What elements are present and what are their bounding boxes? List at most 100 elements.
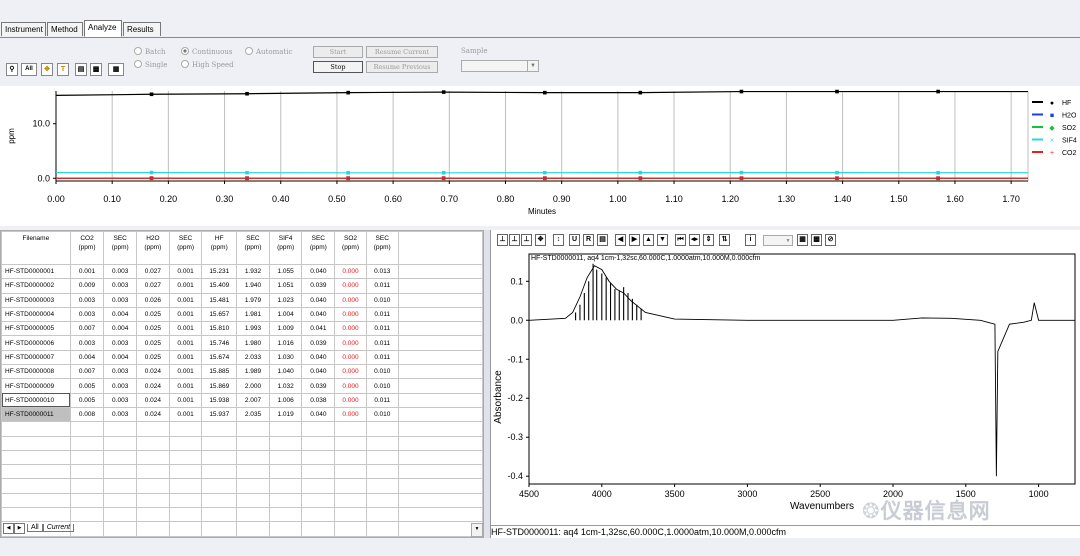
tab-results[interactable]: Results (123, 22, 161, 36)
value-cell[interactable] (103, 464, 138, 480)
value-cell[interactable] (103, 478, 138, 494)
scroll-down-icon[interactable]: ▼ (471, 523, 483, 537)
value-cell[interactable] (103, 492, 138, 509)
value-cell[interactable] (397, 421, 484, 437)
value-cell[interactable]: 0.013 (365, 263, 399, 280)
value-cell[interactable]: 0.005 (69, 392, 105, 408)
value-cell[interactable]: 0.003 (103, 406, 138, 423)
value-cell[interactable]: 0.003 (103, 292, 138, 308)
value-cell[interactable]: 0.000 (334, 292, 367, 308)
value-cell[interactable]: 0.003 (103, 392, 138, 408)
value-cell[interactable] (334, 507, 367, 523)
value-cell[interactable]: 0.008 (69, 406, 105, 423)
value-cell[interactable]: 15.810 (201, 321, 238, 337)
value-cell[interactable]: 15.938 (201, 392, 238, 408)
value-cell[interactable]: 15.869 (201, 378, 238, 394)
value-cell[interactable] (201, 464, 238, 480)
sheet-tab-current[interactable]: Current (42, 524, 75, 532)
value-cell[interactable] (397, 464, 484, 480)
value-cell[interactable] (397, 349, 484, 366)
value-cell[interactable]: 0.001 (168, 378, 203, 394)
value-cell[interactable]: 0.040 (301, 263, 336, 280)
value-cell[interactable] (236, 421, 270, 437)
column-header[interactable]: Filename (1, 231, 71, 265)
value-cell[interactable] (168, 421, 203, 437)
radio-high-speed[interactable]: High Speed (181, 60, 234, 69)
value-cell[interactable] (334, 449, 367, 466)
tab-instrument[interactable]: Instrument (1, 22, 46, 36)
value-cell[interactable] (201, 492, 238, 509)
save-icon[interactable]: ▩ (90, 63, 102, 76)
value-cell[interactable] (334, 464, 367, 480)
value-cell[interactable]: 0.000 (334, 392, 367, 408)
value-cell[interactable]: 0.000 (334, 364, 367, 380)
radio-single[interactable]: Single (134, 60, 167, 69)
resume-previous-button[interactable]: Resume Previous (366, 61, 438, 73)
value-cell[interactable] (168, 449, 203, 466)
value-cell[interactable]: 0.040 (301, 406, 336, 423)
value-cell[interactable]: 0.009 (69, 278, 105, 294)
resume-current-button[interactable]: Resume Current (366, 46, 438, 58)
value-cell[interactable]: 0.001 (168, 321, 203, 337)
value-cell[interactable] (236, 521, 270, 537)
value-cell[interactable] (268, 449, 303, 466)
value-cell[interactable] (268, 507, 303, 523)
value-cell[interactable] (168, 521, 203, 537)
value-cell[interactable]: 2.035 (236, 406, 270, 423)
value-cell[interactable]: 0.011 (365, 278, 399, 294)
value-cell[interactable]: 0.010 (365, 378, 399, 394)
value-cell[interactable] (365, 492, 399, 509)
value-cell[interactable]: 1.055 (268, 263, 303, 280)
value-cell[interactable]: 2.000 (236, 378, 270, 394)
zoom-all-button[interactable]: All (21, 63, 37, 76)
value-cell[interactable]: 0.000 (334, 306, 367, 323)
value-cell[interactable] (397, 507, 484, 523)
value-cell[interactable] (103, 449, 138, 466)
value-cell[interactable] (69, 492, 105, 509)
value-cell[interactable]: 0.001 (168, 335, 203, 351)
value-cell[interactable] (168, 492, 203, 509)
value-cell[interactable]: 1.040 (268, 364, 303, 380)
value-cell[interactable]: 2.033 (236, 349, 270, 366)
value-cell[interactable]: 0.003 (69, 306, 105, 323)
filename-cell[interactable] (1, 435, 71, 451)
value-cell[interactable] (397, 435, 484, 451)
value-cell[interactable]: 0.040 (301, 364, 336, 380)
value-cell[interactable] (168, 478, 203, 494)
filename-cell[interactable] (1, 421, 71, 437)
filename-cell[interactable]: HF-STD0000003 (1, 292, 71, 308)
value-cell[interactable] (236, 449, 270, 466)
value-cell[interactable]: 0.011 (365, 392, 399, 408)
value-cell[interactable] (365, 421, 399, 437)
filename-cell[interactable]: HF-STD0000001 (1, 263, 71, 280)
table-row[interactable]: HF-STD0000003 0.003 0.003 0.026 0.001 15.481 1… (1, 292, 484, 308)
value-cell[interactable] (69, 449, 105, 466)
column-header[interactable]: SEC (ppm) (103, 231, 138, 265)
value-cell[interactable] (268, 521, 303, 537)
value-cell[interactable] (201, 478, 238, 494)
value-cell[interactable] (201, 421, 238, 437)
value-cell[interactable]: 0.010 (365, 292, 399, 308)
value-cell[interactable]: 0.001 (168, 306, 203, 323)
value-cell[interactable] (201, 521, 238, 537)
value-cell[interactable]: 0.001 (69, 263, 105, 280)
chevron-down-icon[interactable]: ▼ (527, 61, 538, 71)
value-cell[interactable] (268, 435, 303, 451)
value-cell[interactable]: 0.001 (168, 292, 203, 308)
column-header[interactable]: SEC (ppm) (236, 231, 270, 265)
value-cell[interactable]: 0.027 (136, 278, 170, 294)
table-row[interactable]: HF-STD0000007 0.004 0.004 0.025 0.001 15.674 2… (1, 349, 484, 366)
value-cell[interactable] (168, 435, 203, 451)
value-cell[interactable]: 15.231 (201, 263, 238, 280)
radio-continuous[interactable]: Continuous (181, 47, 232, 56)
value-cell[interactable]: 2.007 (236, 392, 270, 408)
value-cell[interactable] (136, 492, 170, 509)
filename-cell[interactable]: HF-STD0000009 (1, 378, 71, 394)
value-cell[interactable]: 0.039 (301, 335, 336, 351)
scroll-left-icon[interactable]: ◀ (3, 523, 14, 534)
value-cell[interactable]: 15.746 (201, 335, 238, 351)
value-cell[interactable] (103, 521, 138, 537)
value-cell[interactable] (334, 435, 367, 451)
value-cell[interactable]: 0.038 (301, 392, 336, 408)
filename-cell[interactable]: HF-STD0000006 (1, 335, 71, 351)
